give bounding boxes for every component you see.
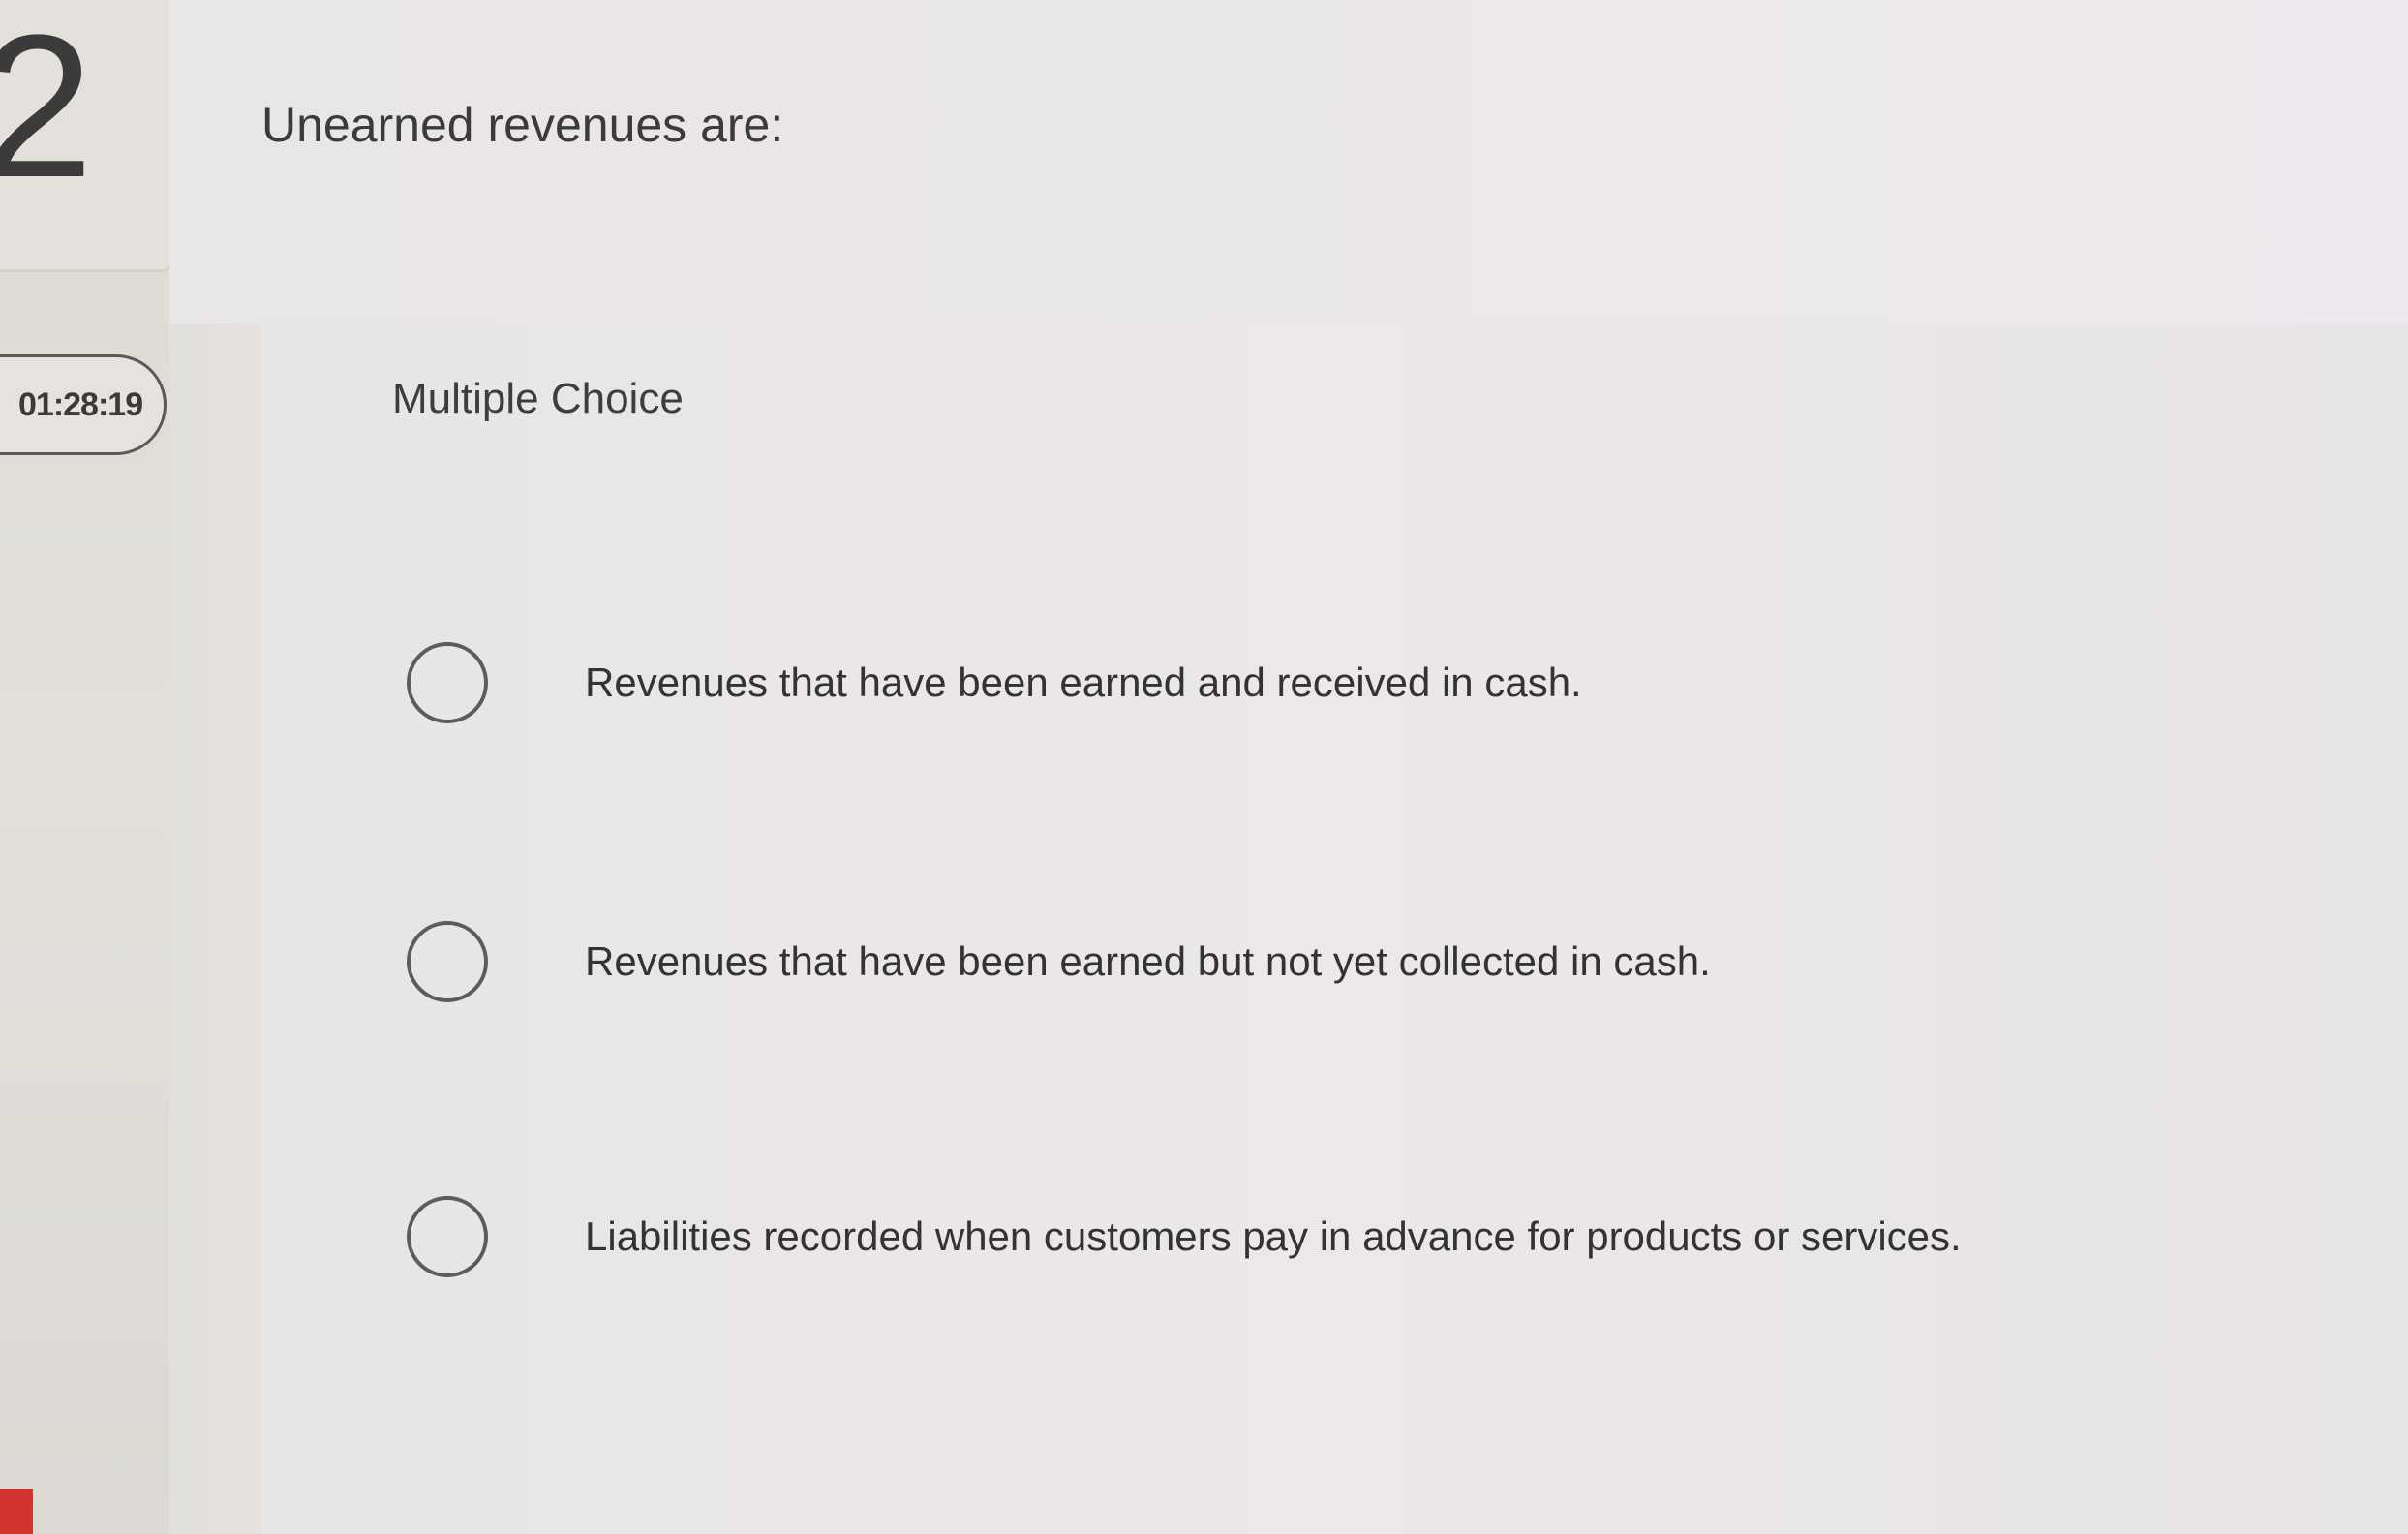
radio-button-2[interactable]	[407, 921, 488, 1002]
answer-option-2[interactable]: Revenues that have been earned but not y…	[407, 913, 2343, 1010]
answer-panel: Multiple Choice Revenues that have been …	[261, 324, 2408, 1534]
radio-button-1[interactable]	[407, 642, 488, 723]
question-text: Unearned revenues are:	[261, 98, 784, 152]
answer-option-1[interactable]: Revenues that have been earned and recei…	[407, 634, 2343, 731]
question-number: 2	[0, 0, 94, 220]
answer-option-3[interactable]: Liabilities recorded when customers pay …	[407, 1188, 2343, 1285]
question-type-label: Multiple Choice	[392, 375, 684, 422]
answer-option-label: Revenues that have been earned but not y…	[585, 938, 1711, 984]
timer: 01:28:19	[0, 354, 167, 455]
question-sidebar: 2 01:28:19	[0, 0, 172, 1534]
corner-marker	[0, 1489, 33, 1534]
radio-button-3[interactable]	[407, 1196, 488, 1277]
answer-option-label: Liabilities recorded when customers pay …	[585, 1213, 1962, 1259]
answer-option-label: Revenues that have been earned and recei…	[585, 660, 1582, 705]
question-header: Unearned revenues are:	[169, 0, 2408, 324]
